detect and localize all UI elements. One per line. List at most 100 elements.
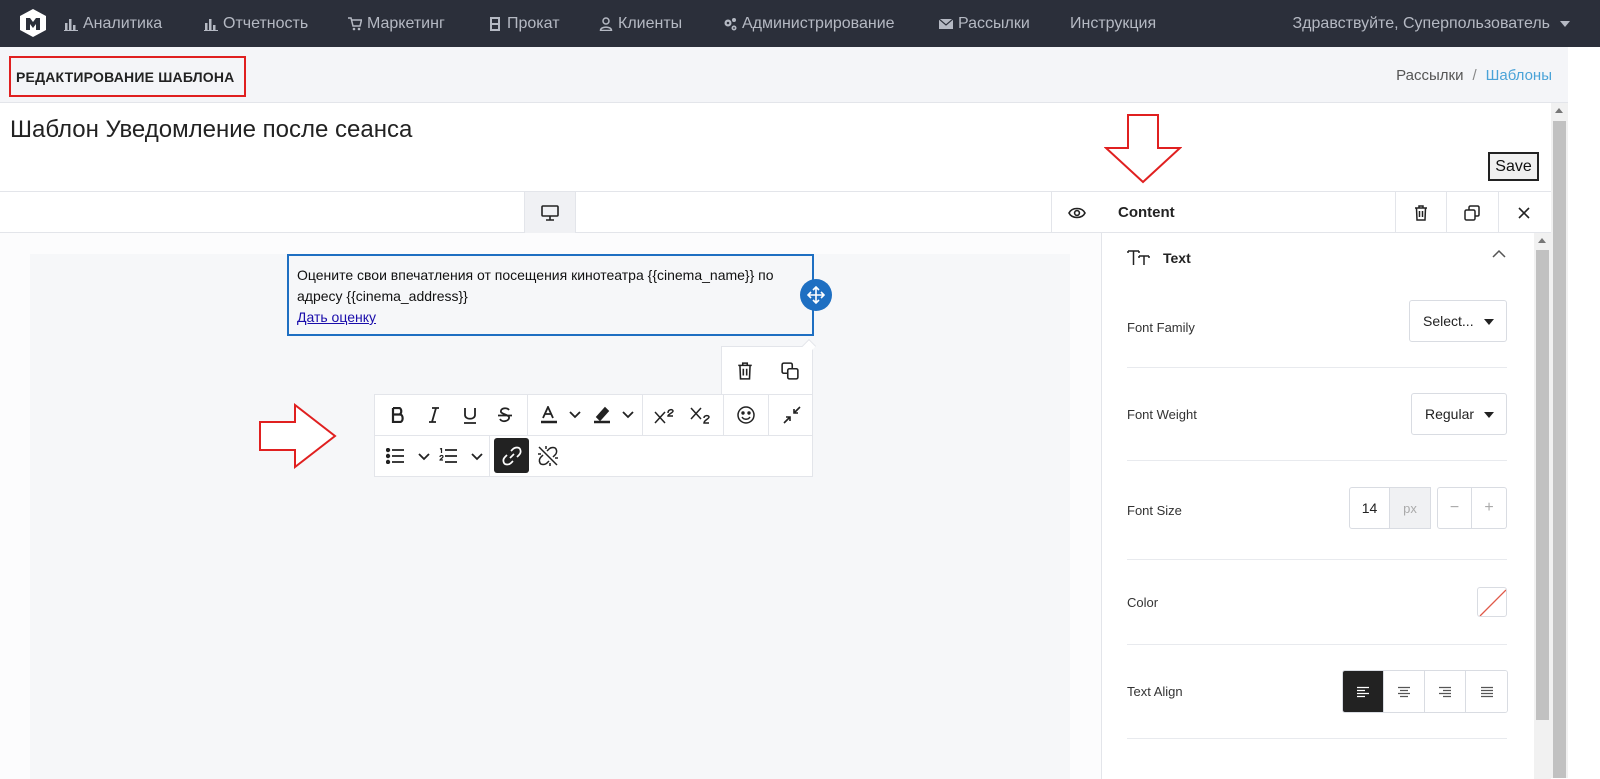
link-button[interactable] xyxy=(494,438,529,473)
align-justify-icon xyxy=(1480,686,1493,697)
align-left-button[interactable] xyxy=(1343,671,1384,712)
strikethrough-icon xyxy=(498,406,512,422)
desktop-view-button[interactable] xyxy=(524,192,576,233)
unlink-icon xyxy=(538,446,558,466)
bullet-list-button[interactable] xyxy=(385,436,433,476)
align-right-icon xyxy=(1439,686,1451,697)
save-button[interactable]: Save xyxy=(1488,152,1539,181)
template-title: Шаблон Уведомление после сеанса xyxy=(10,116,413,143)
highlighter-icon xyxy=(594,406,634,424)
nav-item-rental[interactable]: Прокат xyxy=(488,0,560,47)
font-weight-value: Regular xyxy=(1425,406,1475,422)
duplicate-block-button[interactable] xyxy=(1446,192,1497,233)
trash-icon xyxy=(737,361,752,380)
nav-item-mailings[interactable]: Рассылки xyxy=(939,0,1030,47)
user-icon xyxy=(599,16,613,31)
nav-item-analytics[interactable]: Аналитика xyxy=(64,0,162,47)
move-handle[interactable] xyxy=(800,279,832,311)
text-align-label: Text Align xyxy=(1127,684,1183,699)
nav-item-label: Аналитика xyxy=(83,14,163,32)
panel-scrollbar-thumb[interactable] xyxy=(1536,250,1549,720)
chevron-up-icon[interactable] xyxy=(1492,249,1506,258)
cart-icon xyxy=(348,16,362,30)
font-size-increase-button[interactable]: + xyxy=(1472,487,1507,529)
align-center-icon xyxy=(1398,686,1410,697)
properties-panel: Content Text Font Family Select... Font … xyxy=(1102,192,1551,779)
breadcrumb-mailings[interactable]: Рассылки xyxy=(1396,67,1463,84)
delete-element-button[interactable] xyxy=(722,347,767,394)
align-right-button[interactable] xyxy=(1425,671,1466,712)
nav-item-label: Администрирование xyxy=(742,14,895,32)
nav-item-administration[interactable]: Администрирование xyxy=(723,0,895,47)
user-menu[interactable]: Здравствуйте, Суперпользователь xyxy=(1293,0,1570,47)
text-color-button[interactable] xyxy=(538,395,584,435)
top-navbar: Аналитика Отчетность Маркетинг Прокат Кл… xyxy=(0,0,1600,47)
bullet-list-icon xyxy=(386,448,430,464)
color-row: Color xyxy=(1127,560,1507,645)
italic-icon xyxy=(429,407,439,423)
text-color-icon xyxy=(541,406,581,424)
close-panel-button[interactable] xyxy=(1498,192,1549,233)
bar-chart-icon xyxy=(64,18,78,31)
numbered-list-button[interactable] xyxy=(438,436,486,476)
unlink-button[interactable] xyxy=(533,436,563,476)
nav-item-clients[interactable]: Клиенты xyxy=(599,0,682,47)
panel-body: Text Font Family Select... Font Weight R… xyxy=(1102,233,1551,779)
monitor-icon xyxy=(541,204,559,221)
emoji-button[interactable] xyxy=(732,395,760,435)
font-size-row: Font Size 14 px − + xyxy=(1127,461,1507,560)
text-block-content[interactable]: Оцените свои впечатления от посещения ки… xyxy=(297,267,774,304)
nav-item-label: Маркетинг xyxy=(367,14,445,32)
font-family-row: Font Family Select... xyxy=(1127,285,1507,368)
scroll-up-icon[interactable] xyxy=(1538,238,1546,243)
nav-item-reports[interactable]: Отчетность xyxy=(204,0,308,47)
superscript-icon xyxy=(654,408,674,424)
collapse-icon xyxy=(783,406,801,424)
underline-icon xyxy=(464,407,476,424)
preview-button[interactable] xyxy=(1051,192,1102,233)
close-icon xyxy=(1518,206,1530,219)
panel-title: Content xyxy=(1118,204,1175,221)
no-color-icon xyxy=(1479,589,1506,616)
selected-text-block[interactable]: Оцените свои впечатления от посещения ки… xyxy=(287,254,814,336)
toolbar-separator xyxy=(642,395,643,435)
subscript-button[interactable] xyxy=(687,395,715,435)
emoji-icon xyxy=(737,406,755,424)
logo-icon[interactable] xyxy=(19,8,47,38)
align-center-button[interactable] xyxy=(1384,671,1425,712)
toolbar-separator xyxy=(527,395,528,435)
font-size-input[interactable]: 14 xyxy=(1349,487,1390,529)
color-picker[interactable] xyxy=(1477,587,1507,617)
bar-chart-icon xyxy=(204,18,218,31)
caret-down-icon xyxy=(1484,319,1494,325)
rate-link[interactable]: Дать оценку xyxy=(297,309,376,325)
trash-icon xyxy=(1415,204,1427,221)
italic-button[interactable] xyxy=(421,395,447,435)
rte-row-2 xyxy=(375,436,812,477)
font-weight-label: Font Weight xyxy=(1127,407,1197,422)
bold-button[interactable] xyxy=(385,395,411,435)
align-justify-button[interactable] xyxy=(1466,671,1507,712)
nav-item-instructions[interactable]: Инструкция xyxy=(1070,0,1156,47)
scroll-up-icon[interactable] xyxy=(1555,108,1563,113)
text-section-header[interactable]: Text xyxy=(1127,247,1191,269)
caret-down-icon xyxy=(1484,412,1494,418)
underline-button[interactable] xyxy=(457,395,483,435)
highlight-color-button[interactable] xyxy=(591,395,637,435)
text-align-group xyxy=(1342,670,1508,713)
delete-block-button[interactable] xyxy=(1395,192,1446,233)
page-heading: РЕДАКТИРОВАНИЕ ШАБЛОНА xyxy=(9,56,246,97)
superscript-button[interactable] xyxy=(651,395,679,435)
font-size-decrease-button[interactable]: − xyxy=(1437,487,1472,529)
nav-item-marketing[interactable]: Маркетинг xyxy=(348,0,445,47)
duplicate-element-button[interactable] xyxy=(767,347,812,394)
panel-scrollbar[interactable] xyxy=(1534,233,1551,779)
font-family-select[interactable]: Select... xyxy=(1409,300,1507,342)
nav-item-label: Прокат xyxy=(507,14,560,32)
breadcrumb-templates[interactable]: Шаблоны xyxy=(1486,67,1552,84)
strikethrough-button[interactable] xyxy=(492,395,518,435)
page-scrollbar-thumb[interactable] xyxy=(1553,121,1566,778)
page-scrollbar[interactable] xyxy=(1551,103,1568,778)
collapse-toolbar-button[interactable] xyxy=(778,395,806,435)
font-weight-select[interactable]: Regular xyxy=(1411,393,1507,435)
